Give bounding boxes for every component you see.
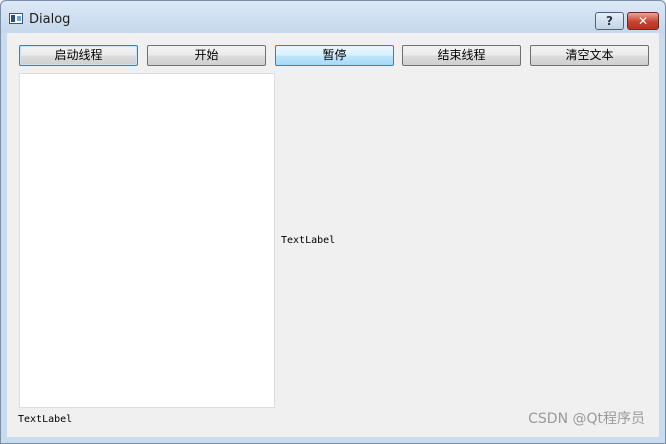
middle-text-label: TextLabel (281, 235, 336, 246)
title-bar[interactable]: Dialog ? ✕ (1, 1, 665, 33)
dialog-window: Dialog ? ✕ 启动线程 开始 暂停 结束线程 清空文本 TextLabe… (0, 0, 666, 444)
text-output-area[interactable] (19, 73, 275, 408)
pause-button[interactable]: 暂停 (275, 45, 394, 66)
dialog-client-area: 启动线程 开始 暂停 结束线程 清空文本 TextLabel TextLabel… (7, 33, 659, 437)
begin-button[interactable]: 开始 (147, 45, 266, 66)
help-icon: ? (606, 14, 613, 28)
start-thread-button[interactable]: 启动线程 (19, 45, 138, 66)
close-icon: ✕ (637, 14, 649, 28)
close-button[interactable]: ✕ (627, 12, 659, 30)
clear-text-button[interactable]: 清空文本 (530, 45, 649, 66)
help-button[interactable]: ? (595, 12, 624, 30)
window-title: Dialog (29, 12, 71, 27)
stop-thread-button[interactable]: 结束线程 (402, 45, 521, 66)
csdn-watermark: CSDN @Qt程序员 (528, 411, 645, 427)
app-window-icon (9, 13, 23, 24)
bottom-text-label: TextLabel (18, 414, 73, 425)
